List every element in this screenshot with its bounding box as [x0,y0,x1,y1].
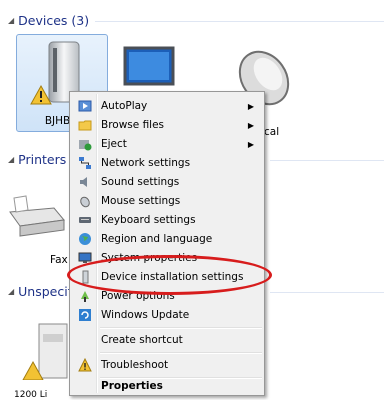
menu-item-label: AutoPlay [101,100,148,112]
menu-item-device-installation-settings[interactable]: Device installation settings [72,268,262,286]
speaker-icon [77,174,93,190]
network-icon [77,155,93,171]
menu-item-label: Troubleshoot [101,359,169,371]
keyboard-icon [77,212,93,228]
menu-item-label: System properties [101,252,198,264]
menu-item-label: Region and language [101,233,213,245]
computer-icon [77,250,93,266]
menu-item-label: Create shortcut [101,334,183,346]
drive-box-icon [22,323,68,381]
folder-icon [77,117,93,133]
menu-separator [100,352,262,354]
collapse-triangle-icon: ◢ [8,155,15,164]
printers-group-header[interactable]: ◢ Printers a [8,152,78,167]
menu-item-mouse-settings[interactable]: Mouse settings [72,192,262,210]
menu-item-label: Network settings [101,157,191,169]
unspecified-group-header[interactable]: ◢ Unspecifi [8,284,76,299]
eject-icon [77,136,93,152]
device-label: cal [264,126,280,138]
menu-item-label: Browse files [101,119,165,131]
context-menu: AutoPlay ▶ Browse files ▶ Eject ▶ Networ… [69,91,265,396]
power-icon [77,288,93,304]
menu-item-troubleshoot[interactable]: Troubleshoot [72,356,262,374]
menu-item-windows-update[interactable]: Windows Update [72,306,262,324]
menu-item-keyboard-settings[interactable]: Keyboard settings [72,211,262,229]
group-divider [95,21,384,22]
menu-item-network-settings[interactable]: Network settings [72,154,262,172]
device-fax[interactable]: Fax [4,190,70,266]
device-monitor[interactable] [118,44,178,97]
menu-separator [100,327,262,329]
menu-item-label: Device installation settings [101,271,244,283]
menu-item-create-shortcut[interactable]: Create shortcut [72,331,262,349]
menu-item-label: Properties [101,380,163,392]
fax-icon [9,195,65,237]
devices-group-title: Devices (3) [18,13,90,28]
group-divider [270,292,384,293]
globe-icon [77,231,93,247]
menu-item-properties[interactable]: Properties [72,377,262,395]
submenu-arrow-icon: ▶ [247,120,254,130]
menu-item-label: Keyboard settings [101,214,196,226]
menu-item-eject[interactable]: Eject ▶ [72,135,262,153]
menu-item-label: Mouse settings [101,195,181,207]
menu-item-sound-settings[interactable]: Sound settings [72,173,262,191]
submenu-arrow-icon: ▶ [247,101,254,111]
unspecified-group-title: Unspecifi [18,284,76,299]
menu-item-label: Sound settings [101,176,180,188]
menu-item-label: Windows Update [101,309,190,321]
device-label: 1200 Li [14,390,48,400]
monitor-icon [123,46,175,86]
windows-update-icon [77,307,93,323]
menu-item-region-language[interactable]: Region and language [72,230,262,248]
device-install-icon [77,269,93,285]
warning-icon [77,357,93,373]
device-label: Fax [50,254,68,266]
mouse-icon [77,193,93,209]
menu-item-browse-files[interactable]: Browse files ▶ [72,116,262,134]
autoplay-icon [77,98,93,114]
menu-item-power-options[interactable]: Power options [72,287,262,305]
submenu-arrow-icon: ▶ [247,139,254,149]
collapse-triangle-icon: ◢ [8,16,15,25]
collapse-triangle-icon: ◢ [8,287,15,296]
menu-item-label: Power options [101,290,175,302]
menu-item-label: Eject [101,138,127,150]
group-divider [270,160,384,161]
devices-group-header[interactable]: ◢ Devices (3) [8,13,89,28]
menu-item-system-properties[interactable]: System properties [72,249,262,267]
menu-item-autoplay[interactable]: AutoPlay ▶ [72,97,262,115]
